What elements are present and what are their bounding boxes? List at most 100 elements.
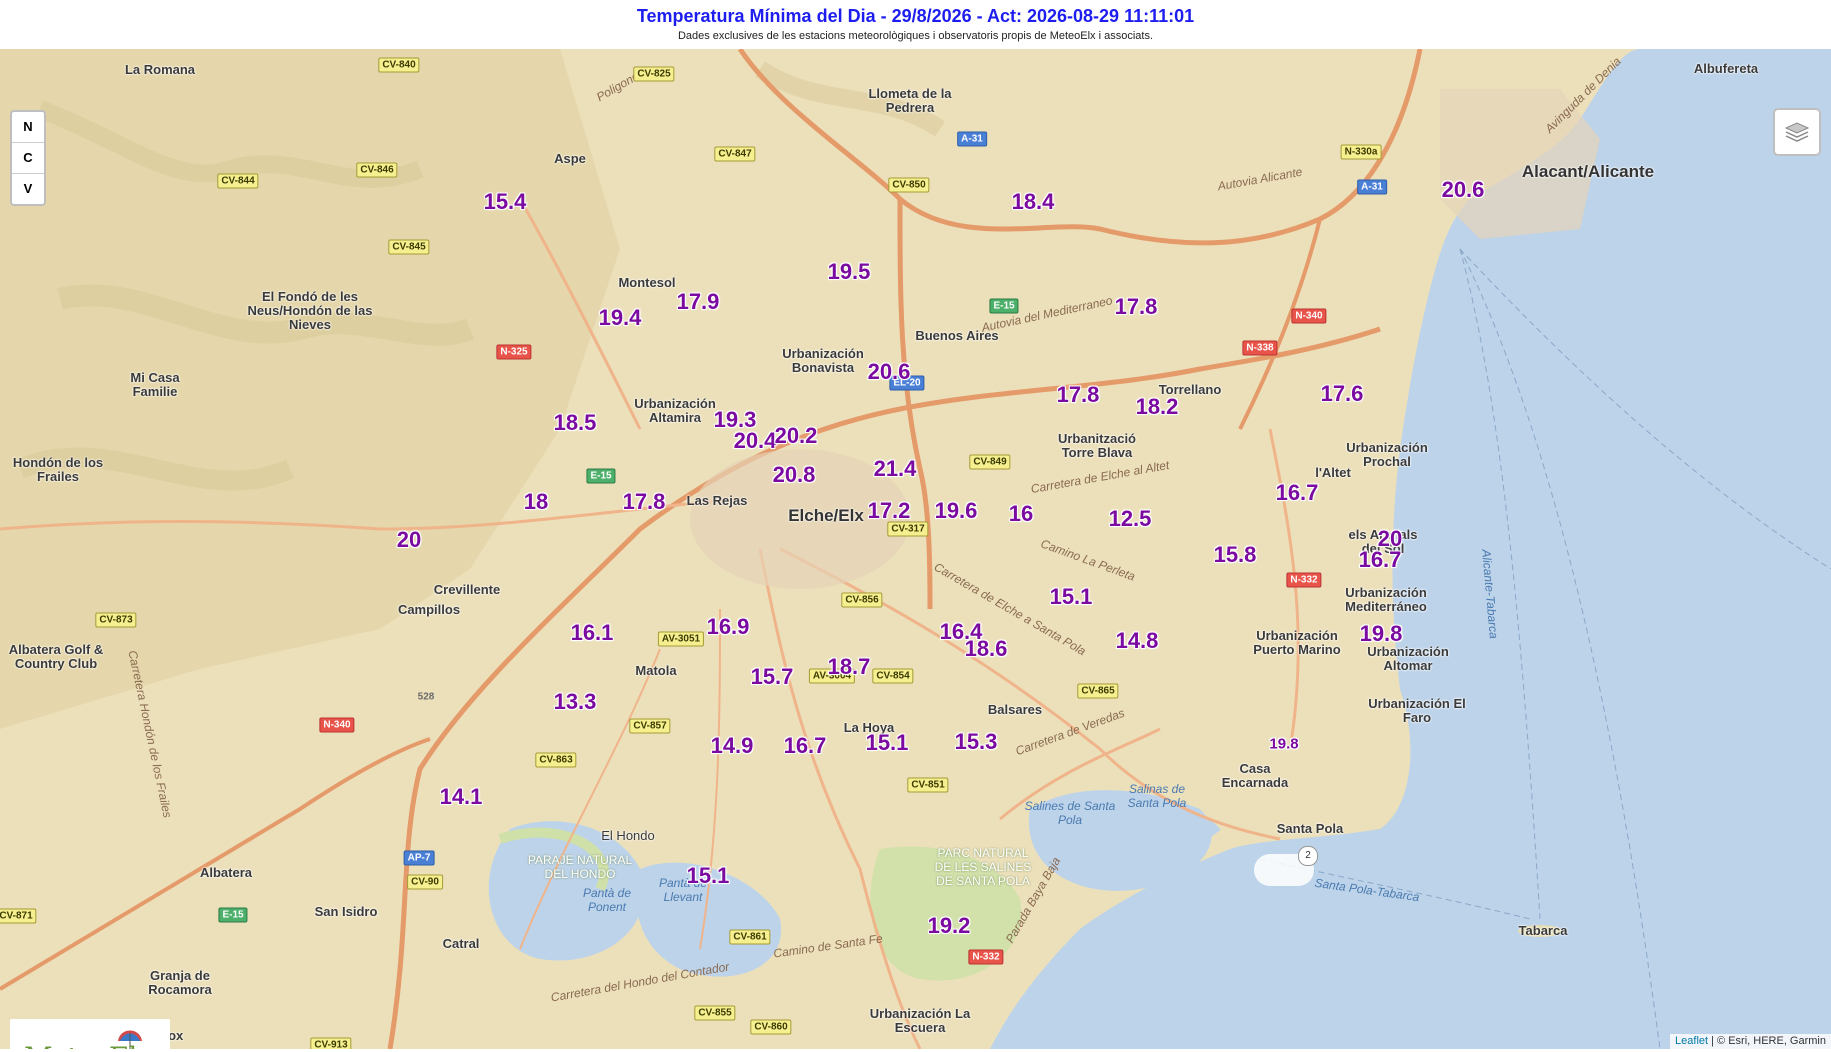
station-temperature[interactable]: 15.1	[687, 863, 730, 889]
station-temperature[interactable]: 20.6	[1442, 177, 1485, 203]
station-temperature[interactable]: 17.8	[623, 489, 666, 515]
attribution-text: | © Esri, HERE, Garmin	[1711, 1035, 1826, 1047]
station-temperature[interactable]: 16.9	[707, 614, 750, 640]
station-temperature[interactable]: 17.8	[1057, 382, 1100, 408]
logo-text: MeteoElx	[24, 1041, 152, 1049]
page-title: Temperatura Mínima del Dia - 29/8/2026 -…	[636, 6, 1195, 26]
station-temperature[interactable]: 15.4	[484, 189, 527, 215]
road-shield: CV-847	[714, 146, 756, 162]
station-temperature[interactable]: 20.8	[773, 462, 816, 488]
station-temperature[interactable]: 19.5	[828, 259, 871, 285]
water-label: Salines de Santa Pola	[1024, 799, 1116, 827]
cluster-temperature[interactable]: 19.8	[1269, 736, 1298, 753]
page-subtitle: Dades exclusives de les estacions meteor…	[677, 30, 1154, 42]
road-shield: A-31	[1357, 179, 1387, 195]
place-label: Urbanización Puerto Marino	[1253, 628, 1341, 657]
station-temperature[interactable]: 15.8	[1214, 542, 1257, 568]
place-label: Urbanización Altomar	[1367, 644, 1449, 673]
header: Temperatura Mínima del Dia - 29/8/2026 -…	[0, 0, 1831, 49]
road-shield: N-330a	[1340, 144, 1382, 160]
station-temperature[interactable]: 15.3	[955, 729, 998, 755]
station-temperature[interactable]: 21.4	[874, 456, 917, 482]
road-shield: CV-873	[95, 612, 137, 628]
road-shield: E-15	[586, 468, 616, 484]
water-label: Pantà de Ponent	[582, 886, 632, 914]
road-shield: CV-913	[310, 1037, 352, 1049]
station-temperature[interactable]: 17.6	[1321, 381, 1364, 407]
station-temperature[interactable]: 15.1	[1050, 584, 1093, 610]
place-label: El Fondó de les Neus/Hondón de las Nieve…	[247, 289, 373, 332]
road-shield: CV-846	[356, 162, 398, 178]
road-shield: CV-840	[378, 57, 420, 73]
road-shield: E-15	[989, 298, 1019, 314]
road-shield: CV-861	[729, 929, 771, 945]
road-shield: CV-857	[629, 718, 671, 734]
station-temperature[interactable]: 17.9	[677, 289, 720, 315]
place-label: Albatera	[199, 865, 253, 880]
place-label: Hondón de los Frailes	[12, 455, 104, 484]
map-attribution: Leaflet | © Esri, HERE, Garmin	[1670, 1034, 1831, 1049]
station-temperature[interactable]: 18.6	[965, 636, 1008, 662]
station-temperature[interactable]: 19.8	[1360, 621, 1403, 647]
road-shield: CV-845	[388, 239, 430, 255]
place-label: Urbanización El Faro	[1368, 696, 1466, 725]
station-temperature[interactable]: 20.6	[868, 359, 911, 385]
station-temperature[interactable]: 16	[1009, 501, 1033, 527]
place-label: Urbanización La Escuera	[869, 1006, 971, 1035]
leaflet-link[interactable]: Leaflet	[1675, 1035, 1708, 1047]
station-temperature[interactable]: 17.8	[1115, 294, 1158, 320]
map-canvas[interactable]: La Romana Aspe El Fondó de les Neus/Hond…	[0, 49, 1831, 1049]
place-label: Elche/Elx	[788, 506, 864, 525]
station-temperature[interactable]: 14.8	[1116, 628, 1159, 654]
station-temperature[interactable]: 16.7	[1359, 547, 1402, 573]
station-temperature[interactable]: 14.9	[711, 733, 754, 759]
place-label: Aspe	[554, 151, 586, 166]
station-temperature[interactable]: 12.5	[1109, 506, 1152, 532]
station-temperature[interactable]: 20	[397, 527, 421, 553]
station-temperature[interactable]: 18	[524, 489, 548, 515]
place-label: Albatera Golf & Country Club	[8, 642, 104, 671]
place-label: La Romana	[124, 62, 196, 77]
layers-icon	[1784, 122, 1810, 142]
station-temperature[interactable]: 19.6	[935, 498, 978, 524]
control-button-c[interactable]: C	[12, 143, 44, 174]
place-label: El Hondo	[601, 828, 655, 843]
road-shield: CV-851	[907, 777, 949, 793]
road-shield: N-325	[496, 344, 532, 360]
station-temperature[interactable]: 13.3	[554, 689, 597, 715]
station-temperature[interactable]: 18.4	[1012, 189, 1055, 215]
place-label: Casa Encarnada	[1221, 761, 1289, 790]
station-temperature[interactable]: 15.7	[751, 664, 794, 690]
meteoelx-logo: MeteoElx	[10, 1019, 170, 1049]
cluster-count-badge[interactable]: 2	[1298, 846, 1318, 866]
control-button-v[interactable]: V	[12, 174, 44, 204]
station-temperature[interactable]: 16.7	[1276, 480, 1319, 506]
place-label: Catral	[442, 936, 480, 951]
station-temperature[interactable]: 19.4	[599, 305, 642, 331]
station-temperature[interactable]: 16.1	[571, 620, 614, 646]
control-button-n[interactable]: N	[12, 112, 44, 143]
road-shield: CV-849	[969, 454, 1011, 470]
road-shield: N-340	[319, 717, 355, 733]
station-temperature[interactable]: 16.7	[784, 733, 827, 759]
station-temperature[interactable]: 20.2	[775, 423, 818, 449]
station-temperature[interactable]: 18.2	[1136, 394, 1179, 420]
place-label: Alacant/Alicante	[1521, 162, 1655, 181]
station-temperature[interactable]: 18.7	[828, 654, 871, 680]
view-control: N C V	[10, 110, 46, 206]
place-label: Urbanització Torre Blava	[1057, 431, 1136, 460]
place-label: l'Altet	[1315, 465, 1351, 480]
road-shield: N-338	[1242, 340, 1278, 356]
place-label: Mi Casa Familie	[130, 370, 180, 399]
station-temperature[interactable]: 19.2	[928, 913, 971, 939]
water-label: Salinas de Santa Pola	[1127, 782, 1187, 810]
road-shield: N-340	[1291, 308, 1327, 324]
station-temperature[interactable]: 17.2	[868, 498, 911, 524]
station-temperature[interactable]: 18.5	[554, 410, 597, 436]
layers-button[interactable]	[1773, 108, 1821, 156]
road-shield: AP-7	[403, 850, 435, 866]
station-temperature[interactable]: 14.1	[440, 784, 483, 810]
place-label: Crevillente	[433, 582, 501, 597]
station-temperature[interactable]: 20.4	[734, 428, 777, 454]
station-temperature[interactable]: 15.1	[866, 730, 909, 756]
